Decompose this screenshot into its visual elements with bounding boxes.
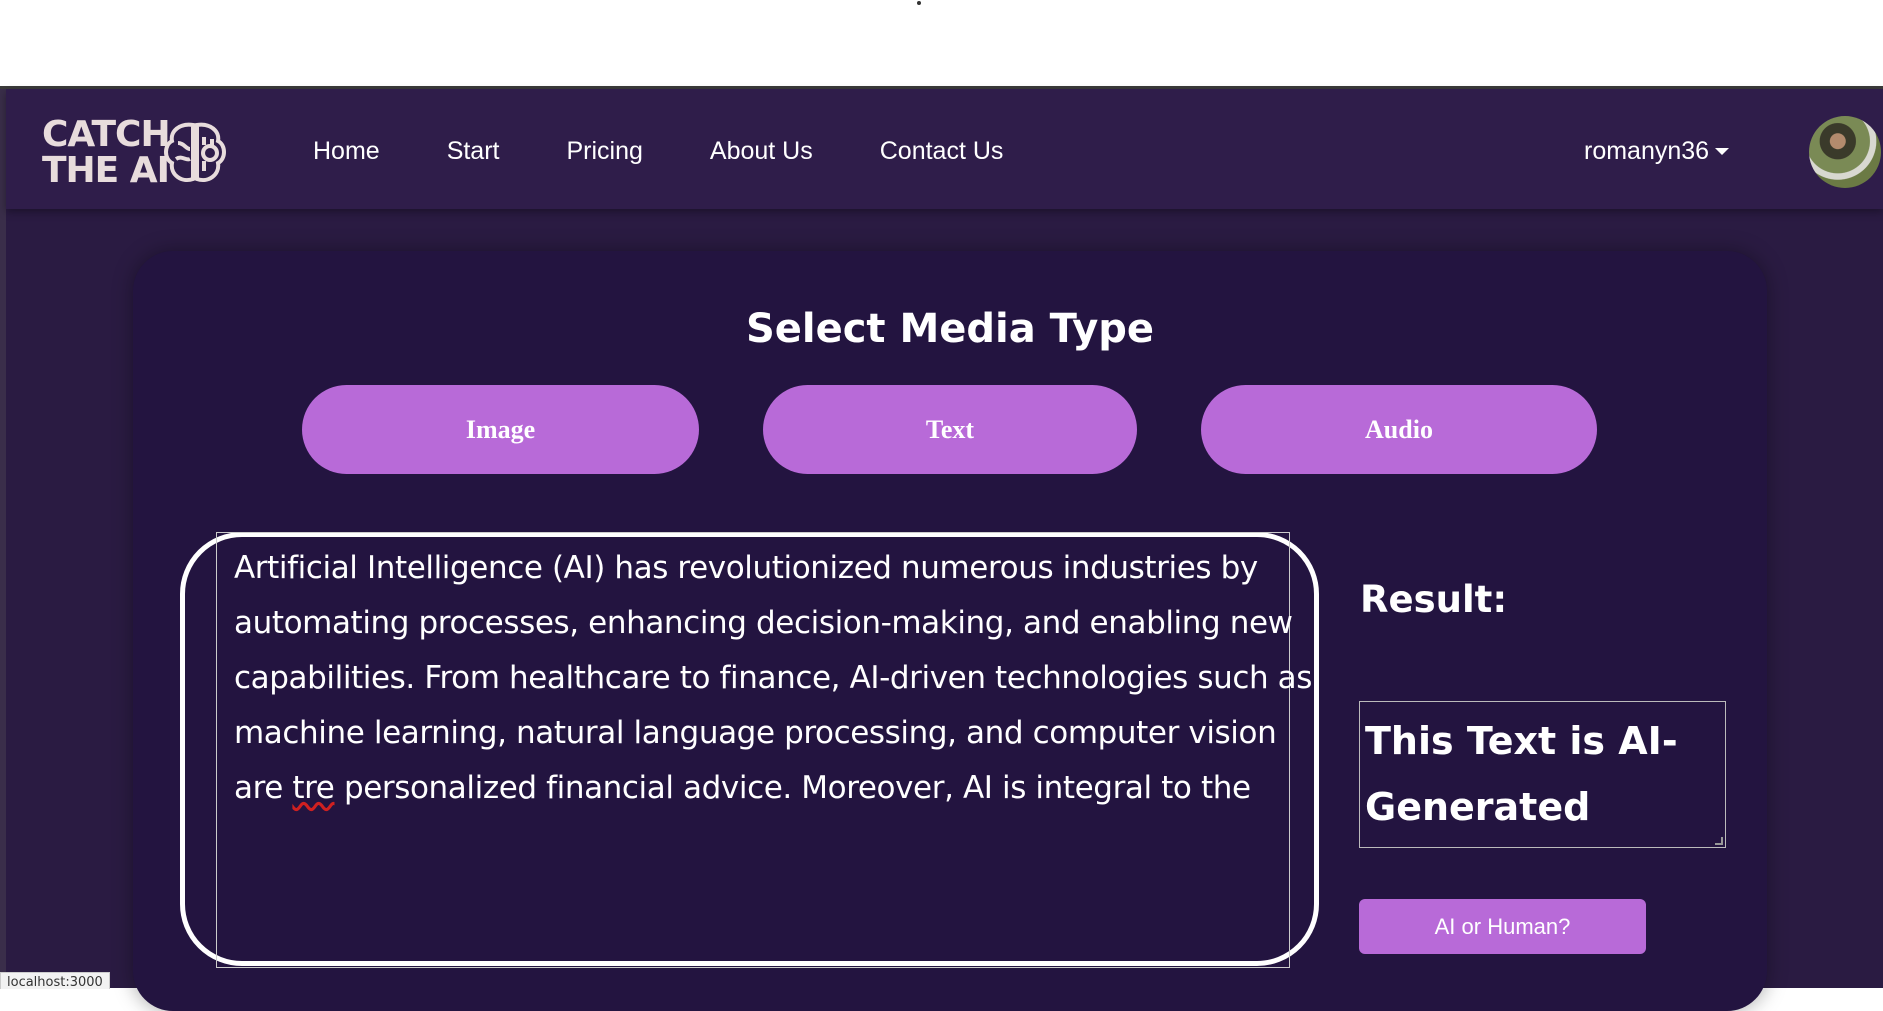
browser-top-area <box>0 0 1883 86</box>
text-segment: personalized financial advice. Moreover,… <box>334 770 1251 806</box>
logo-line-2: THE AI <box>42 150 170 191</box>
text-line: Artificial Intelligence (AI) has revolut… <box>234 550 1258 586</box>
resize-handle-icon[interactable] <box>1715 837 1723 845</box>
nav-start[interactable]: Start <box>447 137 500 166</box>
audio-media-button[interactable]: Audio <box>1201 385 1597 474</box>
media-card: Select Media Type Image Text Audio Artif… <box>133 251 1767 1011</box>
username: romanyn36 <box>1584 137 1710 165</box>
cursor-dot <box>917 1 921 5</box>
text-line: automating processes, enhancing decision… <box>234 605 1293 641</box>
misspelled-word: tre <box>292 770 335 806</box>
result-label: Result: <box>1360 578 1508 621</box>
text-input-content[interactable]: Artificial Intelligence (AI) has revolut… <box>234 541 1313 816</box>
logo-line-1: CATCH <box>42 114 171 155</box>
nav-pricing[interactable]: Pricing <box>566 137 642 166</box>
text-line-last: are tre personalized financial advice. M… <box>234 761 1274 816</box>
result-text: This Text is AI-Generated <box>1365 719 1678 829</box>
text-line: capabilities. From healthcare to finance… <box>234 660 1313 696</box>
logo[interactable]: CATCH THE AI <box>42 117 232 189</box>
nav-links: Home Start Pricing About Us Contact Us <box>313 137 1070 166</box>
nav-about-us[interactable]: About Us <box>710 137 813 166</box>
text-line: machine learning, natural language proce… <box>234 715 1277 751</box>
brain-icon <box>164 122 226 182</box>
text-media-button[interactable]: Text <box>763 385 1137 474</box>
avatar[interactable] <box>1809 116 1881 188</box>
caret-down-icon <box>1715 148 1730 155</box>
nav-contact-us[interactable]: Contact Us <box>880 137 1004 166</box>
image-media-button[interactable]: Image <box>302 385 699 474</box>
logo-text: CATCH THE AI <box>42 114 171 191</box>
text-segment: are <box>234 770 293 806</box>
user-menu-dropdown[interactable]: romanyn36 <box>1584 137 1730 166</box>
result-output[interactable]: This Text is AI-Generated <box>1359 701 1726 848</box>
status-bar-url: localhost:3000 <box>0 972 110 989</box>
nav-home[interactable]: Home <box>313 137 380 166</box>
ai-or-human-button[interactable]: AI or Human? <box>1359 899 1646 954</box>
page-title: Select Media Type <box>745 306 1155 352</box>
app-left-edge <box>0 89 6 988</box>
navbar: CATCH THE AI Home Start Pricing About Us… <box>6 89 1883 209</box>
